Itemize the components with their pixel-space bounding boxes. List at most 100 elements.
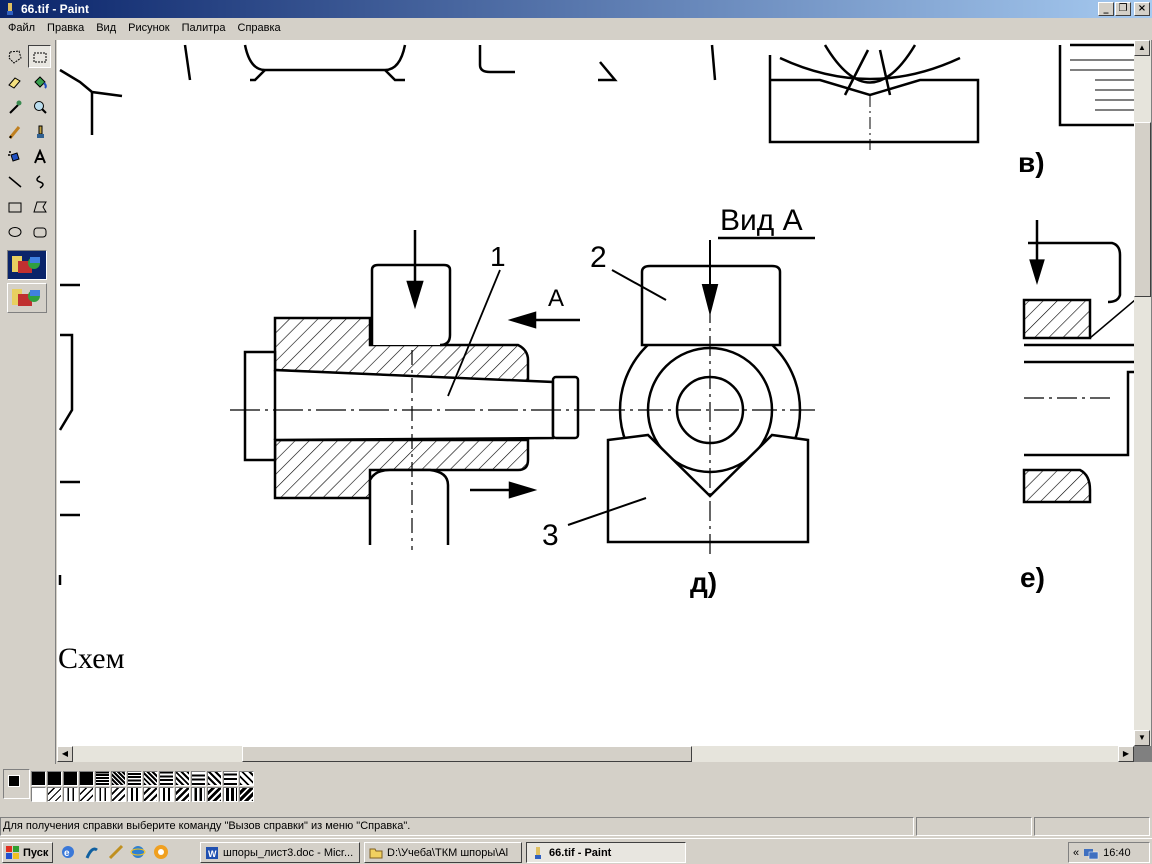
word-icon: W — [206, 846, 218, 859]
vertical-scroll-thumb[interactable] — [1134, 122, 1151, 297]
palette-swatch[interactable] — [111, 787, 126, 802]
palette-swatch[interactable] — [175, 771, 190, 786]
left-fragment — [58, 283, 80, 585]
text-tool[interactable] — [28, 145, 51, 168]
menu-colors[interactable]: Палитра — [176, 22, 232, 34]
palette-swatch[interactable] — [47, 771, 62, 786]
top-fragment — [59, 43, 1135, 144]
palette-swatch[interactable] — [223, 787, 238, 802]
palette-swatch[interactable] — [95, 787, 110, 802]
drawing-canvas[interactable]: 1 А Вид А 2 3 д) в) е) Схем — [57, 40, 1135, 746]
top-hatch — [869, 59, 1135, 150]
task-explorer-folder[interactable]: D:\Учеба\ТКМ шпоры\Al — [364, 842, 522, 863]
palette-swatch[interactable] — [207, 771, 222, 786]
network-icon[interactable] — [1083, 846, 1099, 860]
eraser-tool[interactable] — [3, 70, 26, 93]
vertical-scrollbar[interactable]: ▲ ▼ — [1134, 40, 1151, 746]
window-title: 66.tif - Paint — [21, 2, 90, 16]
palette-swatch[interactable] — [79, 771, 94, 786]
curve-tool[interactable] — [28, 170, 51, 193]
rounded-rectangle-tool[interactable] — [28, 220, 51, 243]
pencil-tool[interactable] — [3, 120, 26, 143]
palette-swatch[interactable] — [31, 771, 46, 786]
tool-quicklaunch-icon[interactable] — [108, 844, 124, 860]
color-palette — [0, 764, 1152, 810]
palette-swatch[interactable] — [207, 787, 222, 802]
selection-opaque-option[interactable] — [7, 250, 47, 280]
windows-logo-icon — [6, 845, 19, 859]
paint-app-icon — [7, 3, 13, 15]
scroll-up-button[interactable]: ▲ — [1134, 40, 1150, 56]
part-label-2: 2 — [590, 241, 607, 274]
part-label-3: 3 — [542, 519, 559, 552]
palette-swatch[interactable] — [159, 771, 174, 786]
rect-select-icon — [33, 52, 46, 62]
task-word-doc[interactable]: W шпоры_лист3.doc - Micr... — [200, 842, 360, 863]
menu-edit[interactable]: Правка — [41, 22, 90, 34]
fill-tool[interactable] — [28, 70, 51, 93]
palette-swatch[interactable] — [223, 771, 238, 786]
airbrush-icon — [7, 150, 20, 162]
tray-expand-chevron[interactable]: « — [1073, 847, 1079, 859]
rect-select-tool[interactable] — [28, 45, 51, 68]
palette-swatch[interactable] — [127, 771, 142, 786]
palette-swatch[interactable] — [63, 787, 78, 802]
start-button[interactable]: Пуск — [2, 842, 53, 863]
caption-v: в) — [1018, 147, 1045, 178]
magnifier-tool[interactable] — [28, 95, 51, 118]
menu-view[interactable]: Вид — [90, 22, 122, 34]
palette-swatch[interactable] — [143, 787, 158, 802]
palette-swatch[interactable] — [175, 787, 190, 802]
status-coords-panel — [916, 817, 1032, 836]
palette-swatch[interactable] — [143, 771, 158, 786]
palette-swatch[interactable] — [239, 771, 254, 786]
folder-icon — [369, 848, 383, 858]
ie-quicklaunch-icon[interactable]: e — [60, 844, 76, 860]
palette-swatch[interactable] — [31, 787, 46, 802]
task-paint[interactable]: 66.tif - Paint — [526, 842, 686, 863]
palette-swatch[interactable] — [239, 787, 254, 802]
minimize-button[interactable]: _ — [1098, 2, 1114, 16]
palette-swatch[interactable] — [191, 787, 206, 802]
menu-image[interactable]: Рисунок — [122, 22, 176, 34]
selection-transparent-option[interactable] — [7, 283, 47, 313]
messenger-quicklaunch-icon[interactable] — [84, 844, 100, 860]
scroll-left-button[interactable]: ◀ — [57, 746, 73, 762]
palette-swatch[interactable] — [159, 787, 174, 802]
foreground-color — [8, 775, 20, 787]
ellipse-tool[interactable] — [3, 220, 26, 243]
rectangle-tool[interactable] — [3, 195, 26, 218]
palette-swatch[interactable] — [111, 771, 126, 786]
horizontal-scroll-thumb[interactable] — [242, 746, 692, 762]
status-bar: Для получения справки выберите команду "… — [0, 816, 1152, 838]
line-tool[interactable] — [3, 170, 26, 193]
palette-swatch[interactable] — [79, 787, 94, 802]
airbrush-tool[interactable] — [3, 145, 26, 168]
task-paint-label: 66.tif - Paint — [549, 846, 612, 859]
browser-quicklaunch-icon[interactable] — [130, 844, 146, 860]
polygon-tool[interactable] — [28, 195, 51, 218]
current-colors[interactable] — [3, 769, 30, 799]
free-select-tool[interactable] — [3, 45, 26, 68]
palette-swatch[interactable] — [63, 771, 78, 786]
menu-help[interactable]: Справка — [232, 22, 287, 34]
free-select-icon — [7, 49, 22, 64]
scroll-down-button[interactable]: ▼ — [1134, 730, 1150, 746]
scroll-right-button[interactable]: ▶ — [1118, 746, 1134, 762]
color-picker-tool[interactable] — [3, 95, 26, 118]
transparent-selection-icon — [12, 289, 40, 306]
view-a-title: Вид А — [720, 204, 803, 237]
palette-swatch[interactable] — [95, 771, 110, 786]
palette-swatch[interactable] — [127, 787, 142, 802]
eyedropper-icon — [8, 100, 21, 114]
paint-icon — [535, 846, 541, 859]
palette-swatch[interactable] — [47, 787, 62, 802]
horizontal-scrollbar[interactable]: ◀ ▶ — [57, 746, 1134, 762]
brush-tool[interactable] — [28, 120, 51, 143]
restore-button[interactable]: ❐ — [1115, 2, 1131, 16]
menu-file[interactable]: Файл — [2, 22, 41, 34]
palette-swatch[interactable] — [191, 771, 206, 786]
close-button[interactable]: × — [1134, 2, 1150, 16]
media-quicklaunch-icon[interactable] — [153, 844, 169, 860]
clock[interactable]: 16:40 — [1103, 847, 1131, 859]
